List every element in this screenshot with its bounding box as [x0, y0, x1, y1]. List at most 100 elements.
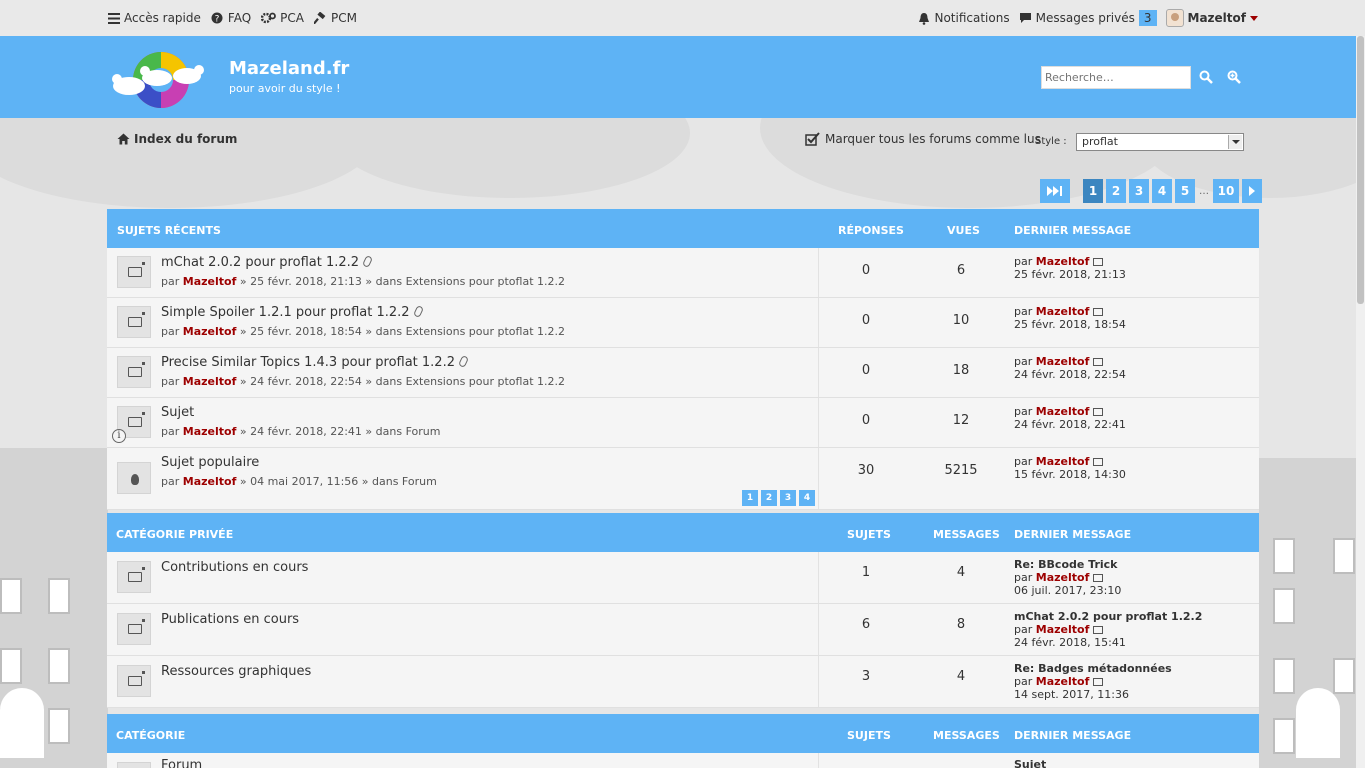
forum-index-link[interactable]: Index du forum: [134, 132, 237, 146]
style-select[interactable]: proflat: [1076, 133, 1244, 151]
view-latest-icon[interactable]: [1093, 678, 1104, 686]
topics-count: 3: [861, 669, 871, 684]
topic-meta: » 24 févr. 2018, 22:41 » dans Forum: [239, 425, 441, 438]
category-title[interactable]: CATÉGORIE: [116, 729, 185, 742]
private-messages-link[interactable]: Messages privés 3: [1019, 10, 1157, 26]
forum-title[interactable]: Contributions en cours: [161, 560, 308, 575]
view-latest-icon[interactable]: [1093, 308, 1104, 316]
forum-row[interactable]: Forum Sujet: [107, 753, 1259, 768]
view-latest-icon[interactable]: [1093, 626, 1104, 634]
forum-row[interactable]: Publications en cours 6 8 mChat 2.0.2 po…: [107, 604, 1259, 656]
view-latest-icon[interactable]: [1093, 358, 1104, 366]
topic-author[interactable]: Mazeltof: [183, 275, 237, 288]
forum-title[interactable]: Publications en cours: [161, 612, 299, 627]
topic-page-2[interactable]: 2: [761, 490, 777, 506]
topic-row[interactable]: Precise Similar Topics 1.4.3 pour profla…: [107, 348, 1259, 398]
topic-author[interactable]: Mazeltof: [183, 425, 237, 438]
mark-all-read-link[interactable]: Marquer tous les forums comme lus: [805, 132, 1041, 146]
page-5-button[interactable]: 5: [1175, 179, 1195, 203]
topic-icon: [117, 356, 151, 388]
private-messages-label: Messages privés: [1035, 11, 1135, 25]
last-post-column-header: DERNIER MESSAGE: [1014, 224, 1132, 237]
last-post-author[interactable]: Mazeltof: [1036, 355, 1090, 368]
topic-title[interactable]: Sujet: [161, 405, 194, 420]
notifications-link[interactable]: Notifications: [918, 11, 1010, 25]
last-post-author[interactable]: Mazeltof: [1036, 675, 1090, 688]
acp-label: PCA: [280, 11, 304, 25]
scrollbar-thumb[interactable]: [1357, 36, 1364, 304]
site-header: Mazeland.fr pour avoir du style !: [0, 36, 1365, 118]
posts-count: 4: [956, 669, 966, 684]
topic-title[interactable]: Precise Similar Topics 1.4.3 pour profla…: [161, 355, 455, 370]
page-3-button[interactable]: 3: [1129, 179, 1149, 203]
topic-row[interactable]: Sujet populaire par Mazeltof » 04 mai 20…: [107, 448, 1259, 510]
last-post-date: 24 févr. 2018, 22:54: [1014, 368, 1126, 381]
site-title[interactable]: Mazeland.fr: [229, 58, 349, 79]
gear-icon: [261, 12, 277, 24]
view-latest-icon[interactable]: [1093, 458, 1104, 466]
last-post-title[interactable]: Re: BBcode Trick: [1014, 558, 1118, 571]
forum-title[interactable]: Ressources graphiques: [161, 664, 311, 679]
paperclip-icon: [362, 255, 374, 268]
forum-row[interactable]: Ressources graphiques 3 4 Re: Badges mét…: [107, 656, 1259, 708]
replies-column-header: RÉPONSES: [838, 224, 904, 237]
last-post-by-label: par: [1014, 355, 1033, 368]
private-category-title[interactable]: CATÉGORIE PRIVÉE: [116, 528, 233, 541]
forum-row[interactable]: Contributions en cours 1 4 Re: BBcode Tr…: [107, 552, 1259, 604]
last-post-author[interactable]: Mazeltof: [1036, 305, 1090, 318]
advanced-search-icon[interactable]: [1227, 70, 1241, 84]
last-post-author[interactable]: Mazeltof: [1036, 405, 1090, 418]
view-latest-icon[interactable]: [1093, 408, 1104, 416]
forum-icon: [117, 665, 151, 697]
topic-title[interactable]: mChat 2.0.2 pour proflat 1.2.2: [161, 255, 359, 270]
search-icon[interactable]: [1199, 70, 1213, 84]
posts-column-header: MESSAGES: [933, 528, 1000, 541]
last-page-button[interactable]: [1040, 179, 1070, 203]
page-10-button[interactable]: 10: [1213, 179, 1239, 203]
style-select-value: proflat: [1082, 135, 1118, 148]
topic-row[interactable]: mChat 2.0.2 pour proflat 1.2.2 par Mazel…: [107, 248, 1259, 298]
topic-title[interactable]: Simple Spoiler 1.2.1 pour proflat 1.2.2: [161, 305, 410, 320]
last-post-by-label: par: [1014, 255, 1033, 268]
next-page-button[interactable]: [1242, 179, 1262, 203]
last-post-title[interactable]: Re: Badges métadonnées: [1014, 662, 1172, 675]
last-post-title[interactable]: mChat 2.0.2 pour proflat 1.2.2: [1014, 610, 1202, 623]
topic-page-1[interactable]: 1: [742, 490, 758, 506]
last-post-author[interactable]: Mazeltof: [1036, 623, 1090, 636]
topic-row[interactable]: i Sujet par Mazeltof » 24 févr. 2018, 22…: [107, 398, 1259, 448]
menu-icon: [108, 12, 120, 24]
style-label: Style :: [1035, 136, 1067, 147]
topic-author[interactable]: Mazeltof: [183, 375, 237, 388]
last-post-author[interactable]: Mazeltof: [1036, 255, 1090, 268]
quick-access-menu[interactable]: Accès rapide: [108, 11, 201, 25]
site-logo[interactable]: [109, 46, 213, 110]
topic-page-4[interactable]: 4: [799, 490, 815, 506]
topic-row[interactable]: Simple Spoiler 1.2.1 pour proflat 1.2.2 …: [107, 298, 1259, 348]
topic-by-label: par: [161, 475, 180, 488]
page-2-button[interactable]: 2: [1106, 179, 1126, 203]
pm-count-badge: 3: [1138, 10, 1157, 26]
forum-icon: [117, 561, 151, 593]
last-post-author[interactable]: Mazeltof: [1036, 455, 1090, 468]
topic-author[interactable]: Mazeltof: [183, 475, 237, 488]
replies-count: 0: [861, 413, 871, 428]
mcp-link[interactable]: PCM: [313, 11, 357, 25]
page-4-button[interactable]: 4: [1152, 179, 1172, 203]
page-1-button[interactable]: 1: [1083, 179, 1103, 203]
view-latest-icon[interactable]: [1093, 258, 1104, 266]
mcp-label: PCM: [330, 11, 357, 25]
forum-title[interactable]: Forum: [161, 758, 202, 768]
user-menu[interactable]: Mazeltof: [1165, 9, 1258, 27]
last-post-title[interactable]: Sujet: [1014, 758, 1046, 768]
view-latest-icon[interactable]: [1093, 574, 1104, 582]
acp-link[interactable]: PCA: [261, 11, 304, 25]
topic-icon: [117, 256, 151, 288]
last-post-author[interactable]: Mazeltof: [1036, 571, 1090, 584]
search-input[interactable]: [1041, 66, 1191, 89]
last-post-date: 14 sept. 2017, 11:36: [1014, 688, 1129, 701]
topic-author[interactable]: Mazeltof: [183, 325, 237, 338]
topic-title[interactable]: Sujet populaire: [161, 455, 259, 470]
faq-link[interactable]: ? FAQ: [211, 11, 251, 25]
last-post-by-label: par: [1014, 305, 1033, 318]
topic-page-3[interactable]: 3: [780, 490, 796, 506]
